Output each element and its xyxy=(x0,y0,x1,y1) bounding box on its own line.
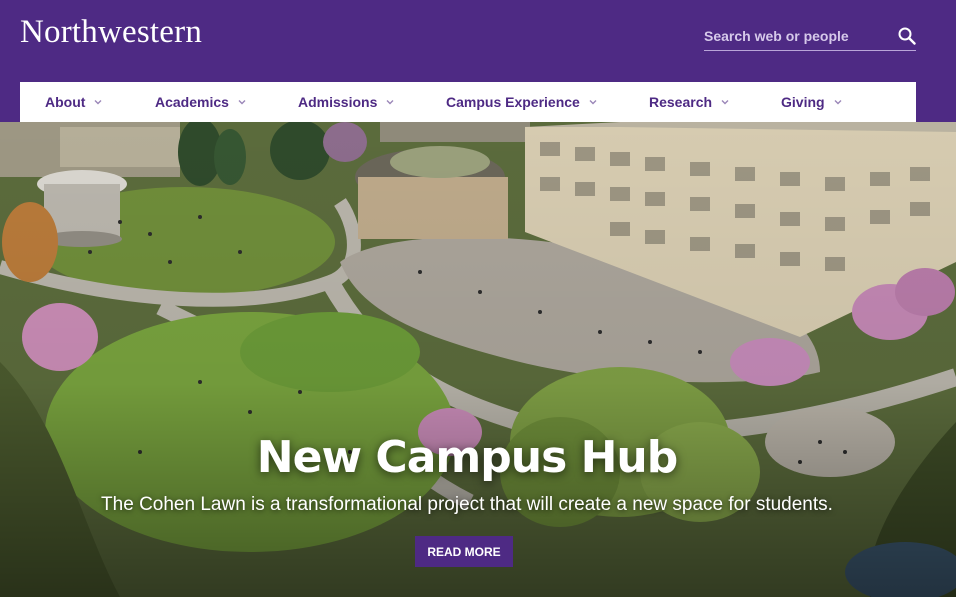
read-more-button[interactable]: READ MORE xyxy=(415,536,513,567)
chevron-down-icon xyxy=(589,100,597,105)
hero-title: New Campus Hub xyxy=(256,432,678,483)
hero-banner: New Campus Hub The Cohen Lawn is a trans… xyxy=(0,122,956,597)
nav-item-admissions[interactable]: Admissions xyxy=(298,82,395,122)
hero-campus-illustration xyxy=(0,122,956,597)
chevron-down-icon xyxy=(721,100,729,105)
nav-item-label: Giving xyxy=(781,94,825,110)
main-nav: About Academics Admissions Campus Experi… xyxy=(20,82,916,122)
hero-subtitle: The Cohen Lawn is a transformational pro… xyxy=(101,494,833,515)
search-bar xyxy=(704,24,916,51)
nav-item-campus-experience[interactable]: Campus Experience xyxy=(446,82,598,122)
chevron-down-icon xyxy=(94,100,102,105)
nav-item-giving[interactable]: Giving xyxy=(781,82,843,122)
nav-item-label: About xyxy=(45,94,86,110)
search-input[interactable] xyxy=(704,24,894,48)
nav-item-label: Academics xyxy=(155,94,229,110)
chevron-down-icon xyxy=(238,100,246,105)
northwestern-logo[interactable]: Northwestern xyxy=(20,14,202,51)
nav-item-academics[interactable]: Academics xyxy=(155,82,247,122)
nav-item-about[interactable]: About xyxy=(45,82,103,122)
nav-item-research[interactable]: Research xyxy=(649,82,730,122)
site-header: Northwestern xyxy=(0,0,956,82)
nav-item-label: Campus Experience xyxy=(446,94,580,110)
chevron-down-icon xyxy=(386,100,394,105)
nav-item-label: Research xyxy=(649,94,713,110)
nav-item-label: Admissions xyxy=(298,94,378,110)
search-icon[interactable] xyxy=(898,27,916,45)
chevron-down-icon xyxy=(834,100,842,105)
